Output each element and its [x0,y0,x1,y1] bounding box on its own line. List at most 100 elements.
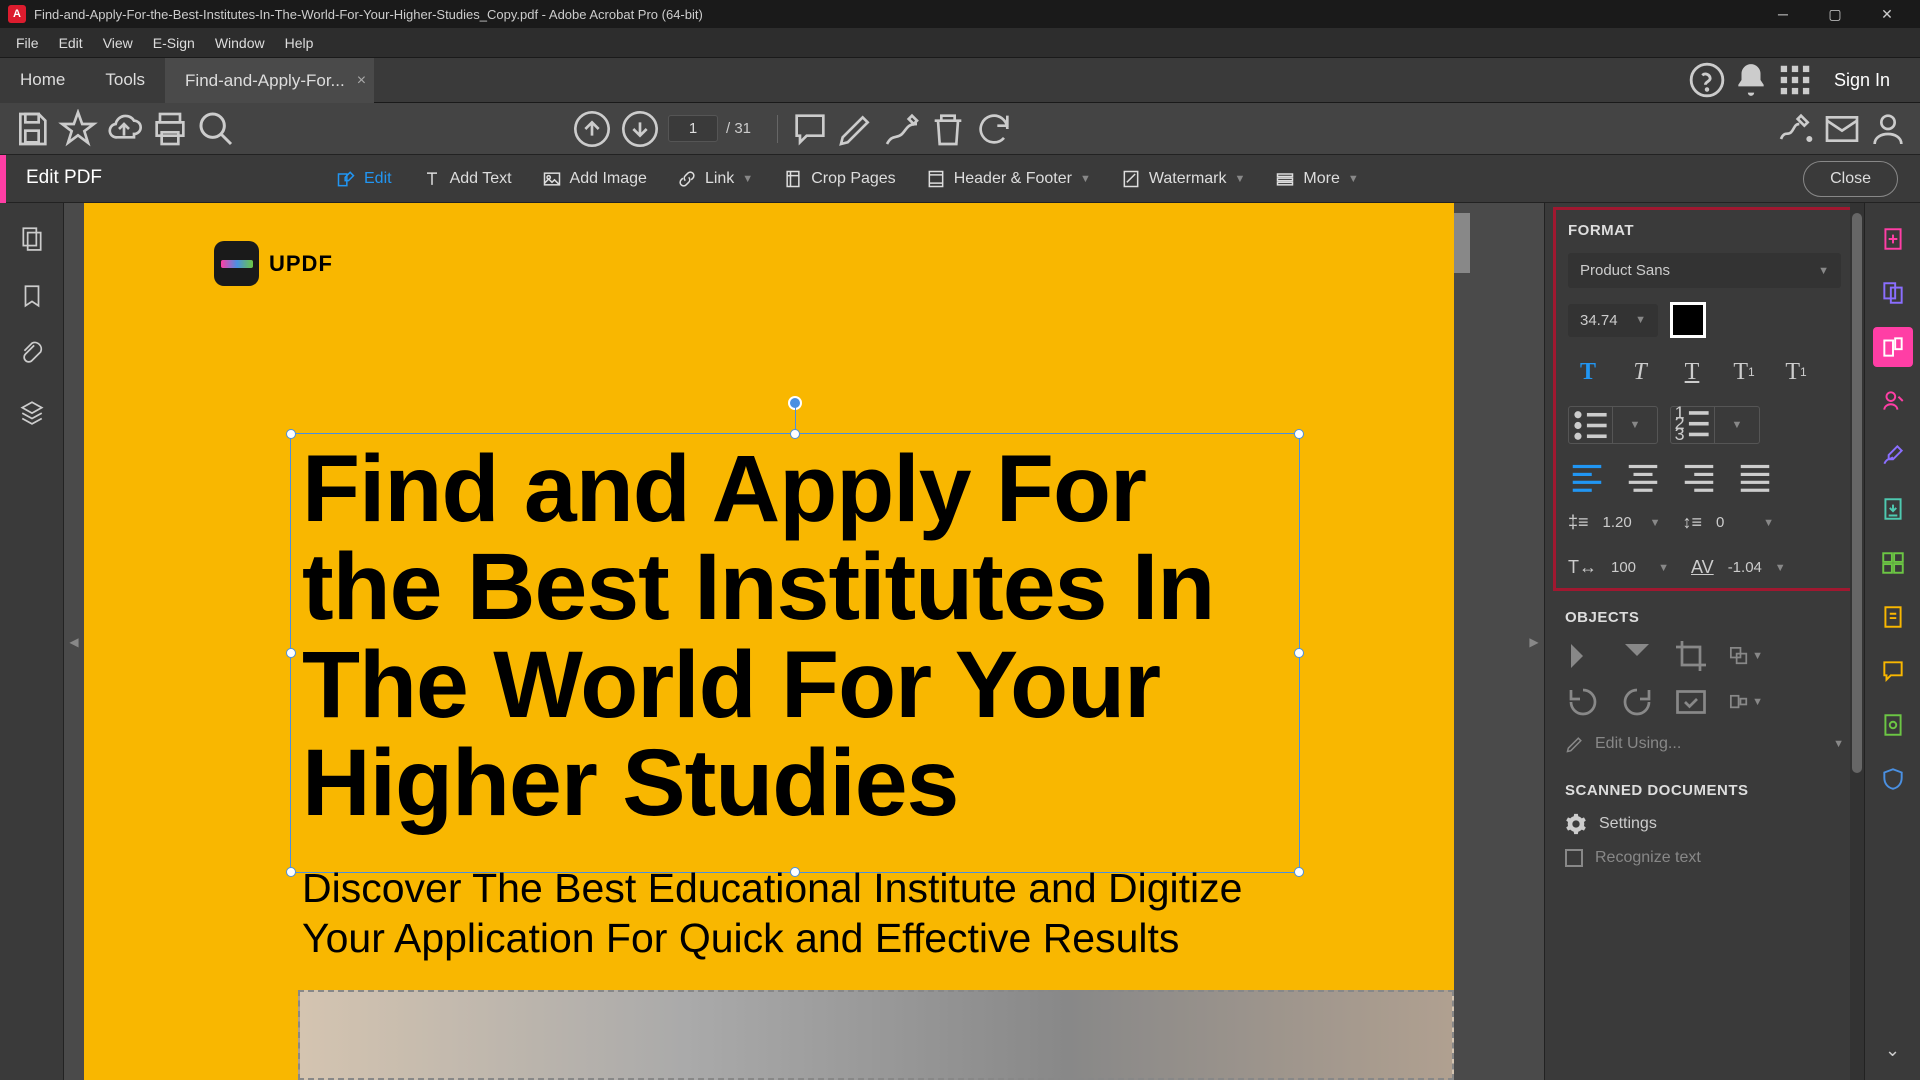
edit-tool-link[interactable]: Link ▼ [663,162,767,196]
maximize-button[interactable]: ▢ [1810,0,1860,28]
menu-esign[interactable]: E-Sign [143,31,205,55]
organize-pages-icon[interactable] [1873,543,1913,583]
page-up-icon[interactable] [572,109,612,149]
collapse-left-icon[interactable]: ◀ [64,203,84,1080]
text-color-swatch[interactable] [1670,302,1706,338]
edit-tool-crop-pages[interactable]: Crop Pages [769,162,910,196]
panel-scroll-thumb[interactable] [1852,213,1862,773]
bullet-list-button[interactable] [1569,407,1613,443]
underline-button[interactable]: T [1672,354,1712,390]
account-icon[interactable] [1868,109,1908,149]
edit-tool-watermark[interactable]: Watermark ▼ [1107,162,1260,196]
menu-file[interactable]: File [6,31,49,55]
menu-view[interactable]: View [93,31,143,55]
replace-image-button[interactable] [1673,686,1709,718]
search-icon[interactable] [196,109,236,149]
resize-handle-e[interactable] [1294,648,1304,658]
page-down-icon[interactable] [620,109,660,149]
paragraph-spacing-select[interactable]: 0 ▼ [1708,508,1782,537]
tab-tools[interactable]: Tools [85,58,165,103]
align-left-button[interactable] [1568,460,1606,492]
apps-grid-icon[interactable] [1776,61,1814,99]
edit-tool-add-text[interactable]: Add Text [408,162,526,196]
delete-icon[interactable] [928,109,968,149]
tab-document[interactable]: Find-and-Apply-For... × [165,58,374,103]
edit-tool-more[interactable]: More ▼ [1261,162,1372,196]
resize-handle-sw[interactable] [286,867,296,877]
print-icon[interactable] [150,109,190,149]
document-canvas[interactable]: ◀ UPDF Find and Apply For the Best I [64,203,1544,1080]
thumbnails-icon[interactable] [17,223,47,253]
flip-vertical-button[interactable] [1619,640,1655,672]
edit-tool-header-footer[interactable]: Header & Footer ▼ [912,162,1105,196]
crop-button[interactable] [1673,640,1709,672]
layers-icon[interactable] [17,397,47,427]
comment-icon[interactable] [790,109,830,149]
cloud-upload-icon[interactable] [104,109,144,149]
italic-button[interactable]: T [1620,354,1660,390]
checkbox-icon[interactable] [1565,849,1583,867]
subscript-button[interactable]: T1 [1776,354,1816,390]
resize-handle-ne[interactable] [1294,429,1304,439]
pdf-page[interactable]: UPDF Find and Apply For the Best Institu… [84,203,1454,1080]
flip-horizontal-button[interactable] [1565,640,1601,672]
resize-handle-nw[interactable] [286,429,296,439]
resize-handle-w[interactable] [286,648,296,658]
bookmarks-icon[interactable] [17,281,47,311]
save-icon[interactable] [12,109,52,149]
sign-in-button[interactable]: Sign In [1820,64,1904,97]
panel-scrollbar[interactable] [1850,203,1864,1080]
edit-using-dropdown[interactable]: Edit Using... ▼ [1565,734,1844,754]
edit-tool-edit[interactable]: Edit [322,162,406,196]
scan-ocr-icon[interactable] [1873,705,1913,745]
document-image-placeholder[interactable] [298,990,1454,1080]
horizontal-scale-select[interactable]: 100 ▼ [1603,553,1677,582]
resize-handle-se[interactable] [1294,867,1304,877]
minimize-button[interactable]: ─ [1758,0,1808,28]
attachments-icon[interactable] [17,339,47,369]
export-pdf-icon[interactable] [1873,489,1913,529]
numbered-list-dropdown[interactable]: ▼ [1715,407,1759,443]
page-scrollbar[interactable] [1454,213,1470,273]
highlight-icon[interactable] [836,109,876,149]
menu-edit[interactable]: Edit [49,31,93,55]
rotate-ccw-button[interactable] [1565,686,1601,718]
align-center-button[interactable] [1624,460,1662,492]
scanned-settings-button[interactable]: Settings [1565,813,1844,835]
numbered-list-button[interactable]: 123 [1671,407,1715,443]
signature-icon[interactable] [1776,109,1816,149]
rotate-icon[interactable] [974,109,1014,149]
align-objects-button[interactable]: ▼ [1727,686,1763,718]
draw-icon[interactable] [882,109,922,149]
arrange-button[interactable]: ▼ [1727,640,1763,672]
close-window-button[interactable]: ✕ [1862,0,1912,28]
align-right-button[interactable] [1680,460,1718,492]
notifications-icon[interactable] [1732,61,1770,99]
star-icon[interactable] [58,109,98,149]
font-size-select[interactable]: 34.74 ▼ [1568,304,1658,337]
page-number-input[interactable] [668,115,718,142]
create-pdf-icon[interactable] [1873,219,1913,259]
superscript-button[interactable]: T1 [1724,354,1764,390]
document-subheading[interactable]: Discover The Best Educational Institute … [302,864,1292,962]
recognize-text-checkbox[interactable]: Recognize text [1565,849,1844,867]
menu-window[interactable]: Window [205,31,275,55]
edit-tool-add-image[interactable]: Add Image [528,162,661,196]
combine-files-icon[interactable] [1873,273,1913,313]
char-spacing-select[interactable]: -1.04 ▼ [1720,553,1794,582]
bullet-list-dropdown[interactable]: ▼ [1613,407,1657,443]
tab-close-icon[interactable]: × [357,72,366,90]
edit-pdf-rail-icon[interactable] [1873,327,1913,367]
line-height-select[interactable]: 1.20 ▼ [1595,508,1669,537]
request-signatures-icon[interactable] [1873,381,1913,421]
email-icon[interactable] [1822,109,1862,149]
font-family-select[interactable]: Product Sans ▼ [1568,253,1841,288]
more-tools-icon[interactable]: ⌄ [1873,1030,1913,1070]
close-edit-button[interactable]: Close [1803,161,1898,197]
document-heading[interactable]: Find and Apply For the Best Institutes I… [302,441,1292,832]
tab-home[interactable]: Home [0,58,85,103]
send-comments-icon[interactable] [1873,597,1913,637]
bold-button[interactable]: T [1568,354,1608,390]
fill-sign-icon[interactable] [1873,435,1913,475]
menu-help[interactable]: Help [275,31,324,55]
